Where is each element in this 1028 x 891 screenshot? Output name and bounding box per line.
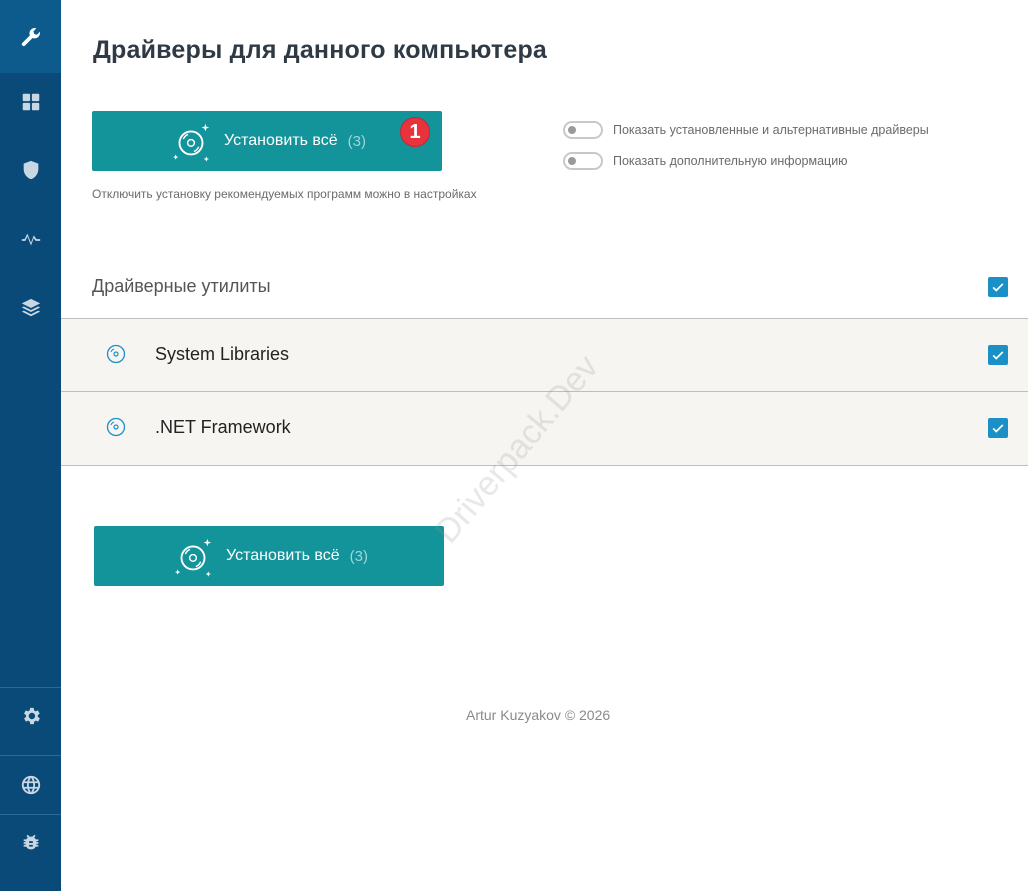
toggle-show-installed[interactable]: Показать установленные и альтернативные … — [563, 121, 929, 139]
install-all-label: Установить всё — [224, 132, 338, 149]
sidebar-item-settings[interactable] — [0, 695, 61, 737]
driver-list: System Libraries .NET Framework — [61, 318, 1028, 466]
toggle-label: Показать установленные и альтернативные … — [613, 123, 929, 137]
toggle-switch[interactable] — [563, 121, 603, 139]
sidebar-item-language[interactable] — [0, 764, 61, 806]
toggle-label: Показать дополнительную информацию — [613, 154, 848, 168]
disc-icon — [106, 344, 126, 364]
toggle-switch[interactable] — [563, 152, 603, 170]
sidebar-divider — [0, 687, 61, 688]
section-checkbox[interactable] — [988, 277, 1008, 297]
list-item-checkbox[interactable] — [988, 418, 1008, 438]
pulse-icon — [21, 233, 40, 246]
list-item-label: .NET Framework — [155, 417, 291, 437]
disc-sparkle-icon — [172, 123, 210, 162]
wrench-icon — [21, 27, 40, 46]
sidebar-item-programs[interactable] — [0, 288, 61, 328]
checkmark-icon — [992, 283, 1004, 292]
list-item[interactable]: System Libraries — [61, 318, 1028, 391]
install-all-button-bottom[interactable]: Установить всё (3) — [94, 526, 444, 586]
install-all-count: (3) — [347, 132, 366, 150]
list-item-checkbox[interactable] — [988, 345, 1008, 365]
page-title: Драйверы для данного компьютера — [93, 36, 548, 64]
toggle-show-extra-info[interactable]: Показать дополнительную информацию — [563, 152, 848, 170]
list-item[interactable]: .NET Framework — [61, 391, 1028, 466]
sidebar — [0, 0, 61, 891]
sidebar-divider — [0, 755, 61, 756]
globe-icon — [21, 775, 40, 795]
install-all-button-top[interactable]: Установить всё (3) — [92, 111, 442, 171]
sidebar-item-diagnostics[interactable] — [0, 220, 61, 260]
layers-icon — [21, 298, 40, 317]
sidebar-divider — [0, 814, 61, 815]
install-all-count: (3) — [349, 547, 368, 565]
main-content: Драйверы для данного компьютера Установи… — [61, 0, 1028, 891]
section-title: Драйверные утилиты — [92, 276, 271, 296]
disc-sparkle-icon — [174, 538, 212, 577]
checkmark-icon — [992, 351, 1004, 360]
sidebar-item-bug-report[interactable] — [0, 822, 61, 864]
sidebar-item-drivers[interactable] — [0, 0, 61, 73]
checkmark-icon — [992, 424, 1004, 433]
bug-icon — [23, 834, 38, 850]
list-item-label: System Libraries — [155, 344, 290, 364]
gear-icon — [23, 707, 40, 725]
footer-copyright: Artur Kuzyakov © 2026 — [466, 707, 611, 723]
shield-icon — [23, 160, 38, 180]
install-all-label: Установить всё — [226, 547, 340, 564]
notification-badge: 1 — [400, 117, 430, 147]
grid-icon — [22, 93, 39, 111]
disc-icon — [106, 417, 126, 437]
sidebar-item-dashboard[interactable] — [0, 82, 61, 122]
settings-hint: Отключить установку рекомендуемых програ… — [92, 187, 477, 201]
sidebar-item-protection[interactable] — [0, 150, 61, 190]
